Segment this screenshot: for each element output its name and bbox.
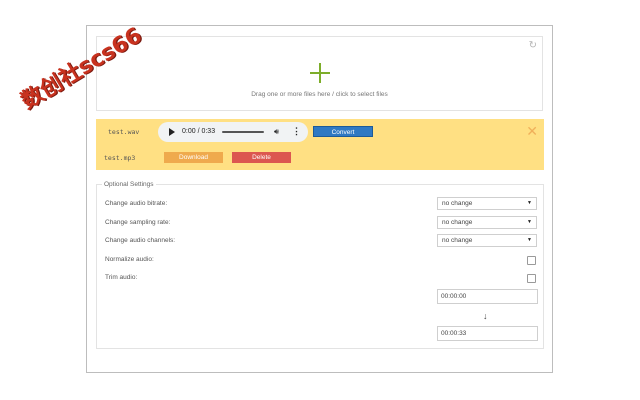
bitrate-select[interactable]: no change ▼ — [437, 197, 537, 210]
trim-label: Trim audio: — [105, 274, 138, 281]
convert-button[interactable]: Convert — [313, 126, 373, 137]
sampling-label: Change sampling rate: — [105, 219, 171, 226]
plus-icon[interactable] — [309, 63, 330, 83]
channels-value: no change — [442, 237, 473, 244]
optional-settings: Optional Settings Change audio bitrate: … — [96, 181, 544, 349]
channels-select[interactable]: no change ▼ — [437, 234, 537, 247]
sampling-value: no change — [442, 219, 473, 226]
audio-player[interactable]: 0:00 / 0:33 🔊︎ ⋮ — [158, 122, 308, 142]
trim-start-input[interactable]: 00:00:00 — [437, 289, 538, 304]
file-dropzone[interactable]: ↻ Drag one or more files here / click to… — [96, 36, 543, 111]
download-button[interactable]: Download — [164, 152, 223, 163]
normalize-checkbox[interactable] — [527, 256, 536, 265]
more-options-icon[interactable]: ⋮ — [292, 126, 301, 137]
settings-legend: Optional Settings — [102, 181, 156, 188]
volume-icon[interactable]: 🔊︎ — [274, 127, 279, 137]
sampling-select[interactable]: no change ▼ — [437, 216, 537, 229]
player-time: 0:00 / 0:33 — [182, 128, 216, 135]
normalize-label: Normalize audio: — [105, 256, 154, 263]
output-filename: test.mp3 — [104, 154, 136, 162]
close-icon[interactable]: ✕ — [526, 124, 538, 138]
input-filename: test.wav — [108, 128, 140, 136]
chevron-down-icon: ▼ — [527, 237, 532, 243]
trim-end-input[interactable]: 00:00:33 — [437, 326, 538, 341]
chevron-down-icon: ▼ — [527, 219, 532, 225]
file-panel: test.wav 0:00 / 0:33 🔊︎ ⋮ Convert ✕ test… — [96, 119, 544, 170]
dropzone-instruction: Drag one or more files here / click to s… — [251, 91, 388, 98]
play-icon[interactable] — [169, 128, 175, 136]
chevron-down-icon: ▼ — [527, 200, 532, 206]
bitrate-label: Change audio bitrate: — [105, 200, 168, 207]
channels-label: Change audio channels: — [105, 237, 176, 244]
delete-button[interactable]: Delete — [232, 152, 291, 163]
bitrate-value: no change — [442, 200, 473, 207]
player-progress-track[interactable] — [222, 131, 264, 133]
refresh-icon[interactable]: ↻ — [529, 40, 537, 51]
arrow-down-icon: ↓ — [483, 311, 488, 321]
trim-checkbox[interactable] — [527, 274, 536, 283]
